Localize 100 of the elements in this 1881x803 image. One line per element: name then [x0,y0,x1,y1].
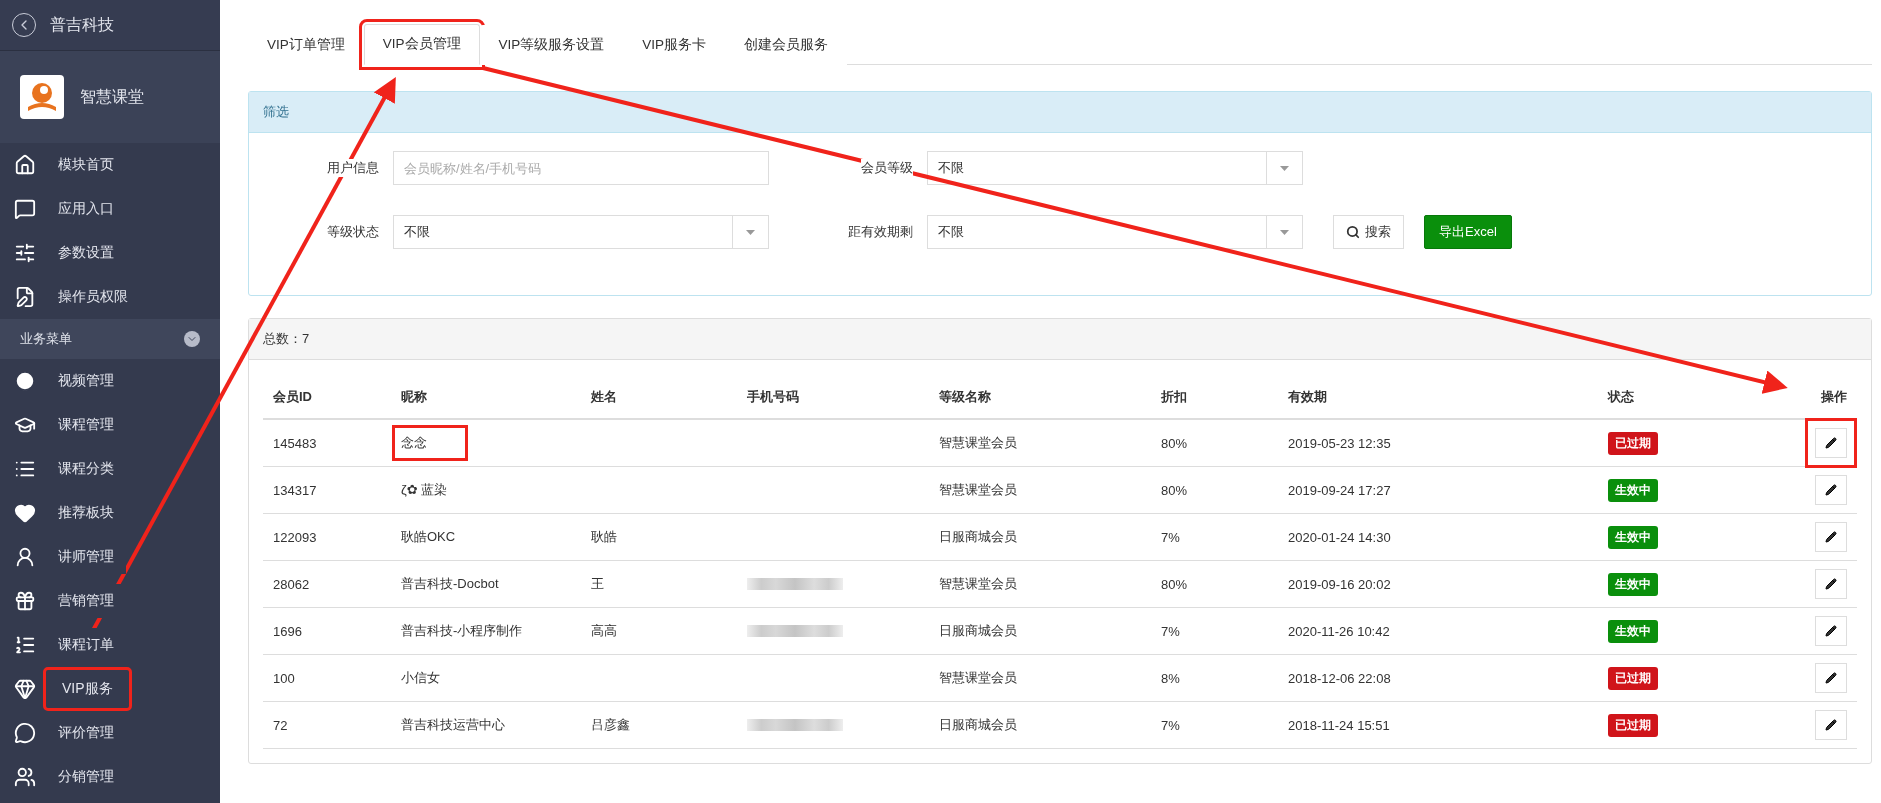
menu-icon [14,634,36,656]
table-cell: 80% [1151,466,1278,514]
sidebar-item[interactable]: 课程订单 [0,623,220,667]
sidebar-item[interactable]: 评价管理 [0,711,220,755]
table-cell: 7% [1151,607,1278,655]
column-header: 等级名称 [929,374,1151,419]
pencil-icon [1825,625,1837,637]
menu-section[interactable]: 业务菜单 [0,319,220,359]
table-cell: 2018-11-24 15:51 [1278,701,1598,749]
sidebar-item[interactable]: 模块首页 [0,143,220,187]
export-button[interactable]: 导出Excel [1424,215,1512,249]
total-count: 总数：7 [263,330,310,348]
table-cell: 80% [1151,560,1278,608]
menu-icon [14,502,36,524]
table-cell: 7% [1151,513,1278,561]
table-cell: 王 [591,575,604,593]
table-cell: 小信女 [401,669,440,687]
column-header: 状态 [1598,374,1747,419]
app-logo [20,75,64,119]
column-header: 有效期 [1278,374,1598,419]
edit-button[interactable] [1815,522,1847,552]
sidebar-item[interactable]: 课程分类 [0,447,220,491]
sidebar-item[interactable]: 应用入口 [0,187,220,231]
sidebar-item[interactable]: 推荐板块 [0,491,220,535]
table-cell: 2018-12-06 22:08 [1278,654,1598,702]
status-badge: 生效中 [1608,525,1658,549]
sidebar-item[interactable]: 分销管理 [0,755,220,799]
menu-icon [14,766,36,788]
sidebar-item[interactable]: 课程管理 [0,403,220,447]
field-label: 等级状态 [327,223,379,241]
column-header: 昵称 [391,374,581,419]
table-cell: 日服商城会员 [929,701,1151,749]
table-cell: 2019-09-24 17:27 [1278,466,1598,514]
status-badge: 已过期 [1608,713,1658,737]
select-field[interactable]: 不限 [927,151,1303,185]
status-badge: 生效中 [1608,572,1658,596]
pencil-icon [1825,672,1837,684]
table-cell: 28062 [263,560,391,608]
table-cell: 145483 [263,419,391,467]
table-cell: 普吉科技-Docbot [401,575,499,593]
search-button[interactable]: 搜索 [1333,215,1404,249]
table-cell: 高高 [591,622,617,640]
column-header: 折扣 [1151,374,1278,419]
field-label: 会员等级 [861,159,913,177]
table-cell: ζ✿ 蓝染 [401,481,448,499]
table-cell: 2020-11-26 10:42 [1278,607,1598,655]
sidebar-item[interactable]: 参数设置 [0,231,220,275]
select-field[interactable]: 不限 [393,215,769,249]
pencil-icon [1825,437,1837,449]
input-field[interactable]: 会员昵称/姓名/手机号码 [393,151,769,185]
table-cell: 智慧课堂会员 [929,419,1151,467]
table-cell: 日服商城会员 [929,607,1151,655]
table-cell: 智慧课堂会员 [929,654,1151,702]
sidebar-item[interactable]: 营销管理 [0,579,220,623]
sidebar-item[interactable]: 讲师管理 [0,535,220,579]
edit-button[interactable] [1815,569,1847,599]
menu-icon [14,370,36,392]
menu-icon [14,678,36,700]
status-badge: 已过期 [1608,431,1658,455]
table-cell: 耿皓 [591,528,617,546]
app-name: 智慧课堂 [80,86,144,107]
org-title: 普吉科技 [50,14,114,35]
field-label: 用户信息 [327,159,379,177]
chevron-icon [184,331,200,347]
status-badge: 已过期 [1608,666,1658,690]
sidebar-item[interactable]: 视频管理 [0,359,220,403]
table-cell: 日服商城会员 [929,513,1151,561]
menu-icon [14,286,36,308]
menu-icon [14,198,36,220]
table-cell: 1696 [263,607,391,655]
table-cell: 念念 [392,425,468,461]
pencil-icon [1825,531,1837,543]
menu-icon [14,546,36,568]
panel-title: 筛选 [263,103,289,121]
table-cell: 2019-05-23 12:35 [1278,419,1598,467]
table-cell: 智慧课堂会员 [929,466,1151,514]
edit-button[interactable] [1815,710,1847,740]
sidebar-item[interactable]: VIP服务 [0,667,220,711]
column-header: 姓名 [581,374,737,419]
select-field[interactable]: 不限 [927,215,1303,249]
edit-button[interactable] [1815,616,1847,646]
column-header: 操作 [1746,374,1857,419]
menu-icon [14,242,36,264]
edit-button[interactable] [1815,428,1847,458]
pencil-icon [1825,484,1837,496]
status-badge: 生效中 [1608,478,1658,502]
edit-button[interactable] [1815,663,1847,693]
table-cell: 8% [1151,654,1278,702]
column-header: 会员ID [263,374,391,419]
table-cell: 2019-09-16 20:02 [1278,560,1598,608]
table-cell: 72 [263,701,391,749]
pencil-icon [1825,719,1837,731]
tab[interactable]: VIP等级服务设置 [479,25,624,65]
status-badge: 生效中 [1608,619,1658,643]
edit-button[interactable] [1815,475,1847,505]
table-cell: 普吉科技-小程序制作 [401,622,523,640]
sidebar-item[interactable]: 操作员权限 [0,275,220,319]
table-cell: 吕彦鑫 [591,716,630,734]
menu-icon [14,590,36,612]
search-icon [1346,225,1360,239]
